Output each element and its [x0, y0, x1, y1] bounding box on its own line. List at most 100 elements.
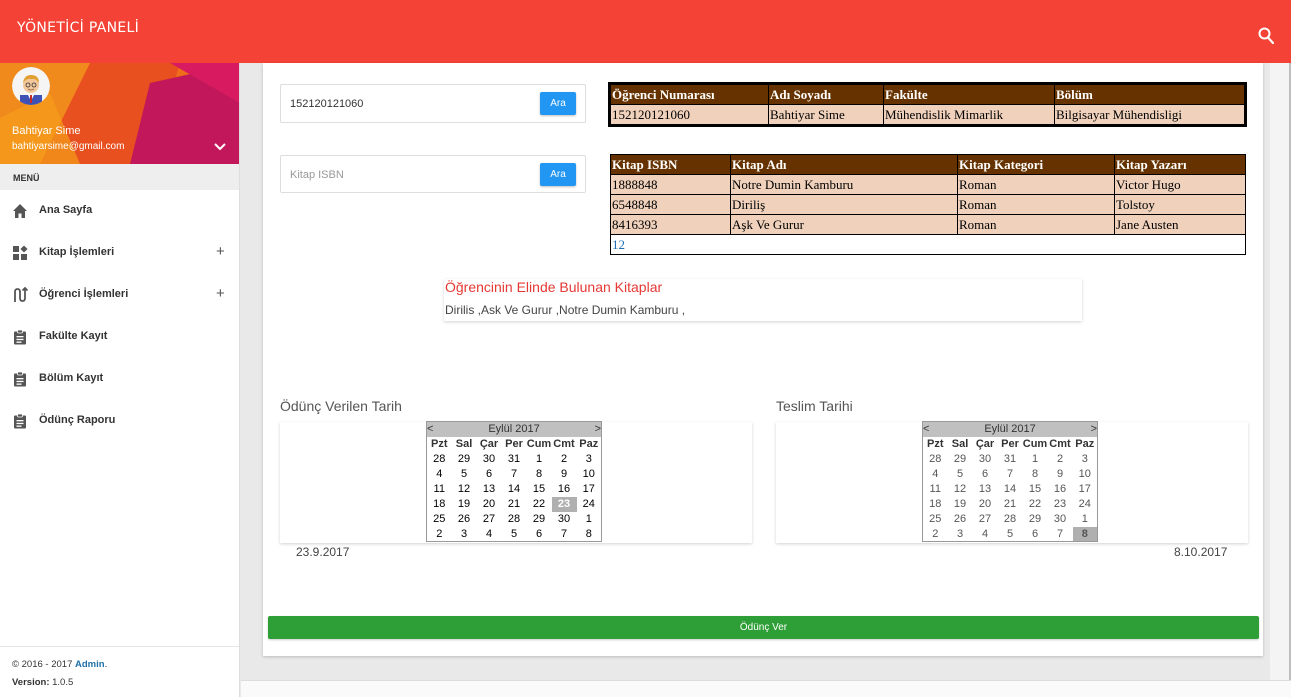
calendar-day[interactable]: 8 — [1072, 526, 1098, 542]
calendar-day[interactable]: 11 — [427, 482, 452, 497]
calendar-day[interactable]: 2 — [552, 452, 577, 467]
calendar-day[interactable]: 20 — [477, 497, 502, 512]
calendar-day[interactable]: 8 — [577, 527, 602, 542]
calendar-day[interactable]: 2 — [923, 527, 948, 542]
calendar-day[interactable]: 5 — [452, 467, 477, 482]
calendar-day[interactable]: 14 — [502, 482, 527, 497]
calendar-day[interactable]: 16 — [552, 482, 577, 497]
brand-title[interactable]: YÖNETİCİ PANELİ — [17, 20, 139, 36]
calendar-day[interactable]: 16 — [1048, 482, 1073, 497]
calendar-day[interactable]: 6 — [527, 527, 552, 542]
calendar-day[interactable]: 6 — [477, 467, 502, 482]
student-search-button[interactable]: Ara — [540, 92, 576, 115]
calendar-day[interactable]: 6 — [1023, 527, 1048, 542]
chevron-down-icon[interactable] — [214, 143, 226, 151]
calendar-day[interactable]: 8 — [1023, 467, 1048, 482]
calendar-day[interactable]: 13 — [477, 482, 502, 497]
calendar-day[interactable]: 4 — [427, 467, 452, 482]
calendar-day[interactable]: 27 — [477, 512, 502, 527]
calendar-day[interactable]: 23 — [1048, 497, 1073, 512]
pager-links[interactable]: 12 — [610, 234, 1246, 255]
calendar-day[interactable]: 20 — [973, 497, 998, 512]
calendar-day[interactable]: 15 — [527, 482, 552, 497]
calendar-day[interactable]: 2 — [427, 527, 452, 542]
sidebar-item-kitap-islemleri[interactable]: Kitap İşlemleri + — [0, 232, 239, 274]
calendar-day[interactable]: 1 — [1073, 512, 1098, 527]
sidebar-item-fakulte-kayit[interactable]: Fakülte Kayıt — [0, 316, 239, 358]
student-number-input[interactable] — [290, 95, 530, 113]
calendar-next-button[interactable]: > — [1072, 421, 1098, 437]
calendar-day[interactable]: 2 — [1048, 452, 1073, 467]
calendar-day[interactable]: 8 — [527, 467, 552, 482]
calendar-day[interactable]: 4 — [477, 527, 502, 542]
calendar-day[interactable]: 19 — [948, 497, 973, 512]
search-icon[interactable] — [1258, 27, 1274, 45]
calendar-day[interactable]: 6 — [973, 467, 998, 482]
calendar-day[interactable]: 30 — [552, 512, 577, 527]
calendar-prev-button[interactable]: < — [426, 421, 452, 437]
calendar-next-button[interactable]: > — [576, 421, 602, 437]
admin-link[interactable]: Admin — [75, 659, 105, 670]
calendar-day[interactable]: 3 — [1073, 452, 1098, 467]
calendar-day[interactable]: 9 — [552, 467, 577, 482]
scrollbar-track[interactable] — [1270, 63, 1291, 697]
calendar-day[interactable]: 28 — [998, 512, 1023, 527]
avatar[interactable] — [12, 67, 50, 105]
calendar-day[interactable]: 5 — [998, 527, 1023, 542]
calendar-day[interactable]: 28 — [502, 512, 527, 527]
calendar-day[interactable]: 18 — [923, 497, 948, 512]
calendar-day[interactable]: 28 — [427, 452, 452, 467]
book-isbn-input[interactable] — [290, 166, 530, 184]
calendar-day[interactable]: 4 — [923, 467, 948, 482]
calendar-day[interactable]: 29 — [527, 512, 552, 527]
sidebar-item-ogrenci-islemleri[interactable]: Öğrenci İşlemleri + — [0, 274, 239, 316]
calendar-day[interactable]: 1 — [1023, 452, 1048, 467]
calendar-day[interactable]: 31 — [502, 452, 527, 467]
calendar-day[interactable]: 3 — [452, 527, 477, 542]
calendar-day[interactable]: 29 — [452, 452, 477, 467]
calendar-day[interactable]: 13 — [973, 482, 998, 497]
calendar-day[interactable]: 22 — [527, 497, 552, 512]
calendar-day[interactable]: 10 — [1073, 467, 1098, 482]
calendar-day[interactable]: 17 — [1073, 482, 1098, 497]
calendar-day[interactable]: 21 — [998, 497, 1023, 512]
book-search-button[interactable]: Ara — [540, 163, 576, 186]
calendar-day[interactable]: 22 — [1023, 497, 1048, 512]
calendar-day[interactable]: 26 — [948, 512, 973, 527]
calendar-day[interactable]: 14 — [998, 482, 1023, 497]
calendar-day[interactable]: 24 — [1073, 497, 1098, 512]
calendar-day[interactable]: 30 — [973, 452, 998, 467]
calendar-day[interactable]: 15 — [1023, 482, 1048, 497]
calendar-day[interactable]: 17 — [577, 482, 602, 497]
calendar-day[interactable]: 26 — [452, 512, 477, 527]
calendar-day[interactable]: 3 — [577, 452, 602, 467]
sidebar-item-bolum-kayit[interactable]: Bölüm Kayıt — [0, 358, 239, 400]
calendar-day[interactable]: 18 — [427, 497, 452, 512]
calendar-day[interactable]: 24 — [577, 497, 602, 512]
calendar-day[interactable]: 7 — [502, 467, 527, 482]
calendar-day[interactable]: 9 — [1048, 467, 1073, 482]
calendar-day[interactable]: 4 — [973, 527, 998, 542]
calendar-day[interactable]: 25 — [923, 512, 948, 527]
table-row[interactable]: 1888848 Notre Dumin Kamburu Roman Victor… — [610, 174, 1246, 195]
calendar-prev-button[interactable]: < — [922, 421, 948, 437]
calendar-day[interactable]: 11 — [923, 482, 948, 497]
calendar-day[interactable]: 5 — [502, 527, 527, 542]
calendar-day[interactable]: 19 — [452, 497, 477, 512]
sidebar-item-odunc-raporu[interactable]: Ödünç Raporu — [0, 400, 239, 442]
calendar-day[interactable]: 29 — [1023, 512, 1048, 527]
table-row[interactable]: 8416393 Aşk Ve Gurur Roman Jane Austen — [610, 214, 1246, 235]
calendar-day[interactable]: 10 — [577, 467, 602, 482]
table-row[interactable]: 6548848 Diriliş Roman Tolstoy — [610, 194, 1246, 215]
calendar-day[interactable]: 7 — [1048, 527, 1073, 542]
calendar-day[interactable]: 21 — [502, 497, 527, 512]
expand-plus-icon[interactable]: + — [216, 285, 225, 302]
calendar-day[interactable]: 1 — [577, 512, 602, 527]
calendar-day[interactable]: 7 — [552, 527, 577, 542]
calendar-day[interactable]: 1 — [527, 452, 552, 467]
lend-button[interactable]: Ödünç Ver — [268, 616, 1259, 639]
table-row[interactable]: 152120121060 Bahtiyar Sime Mühendislik M… — [610, 104, 1245, 125]
calendar-day[interactable]: 29 — [948, 452, 973, 467]
expand-plus-icon[interactable]: + — [216, 243, 225, 260]
calendar-day[interactable]: 30 — [477, 452, 502, 467]
